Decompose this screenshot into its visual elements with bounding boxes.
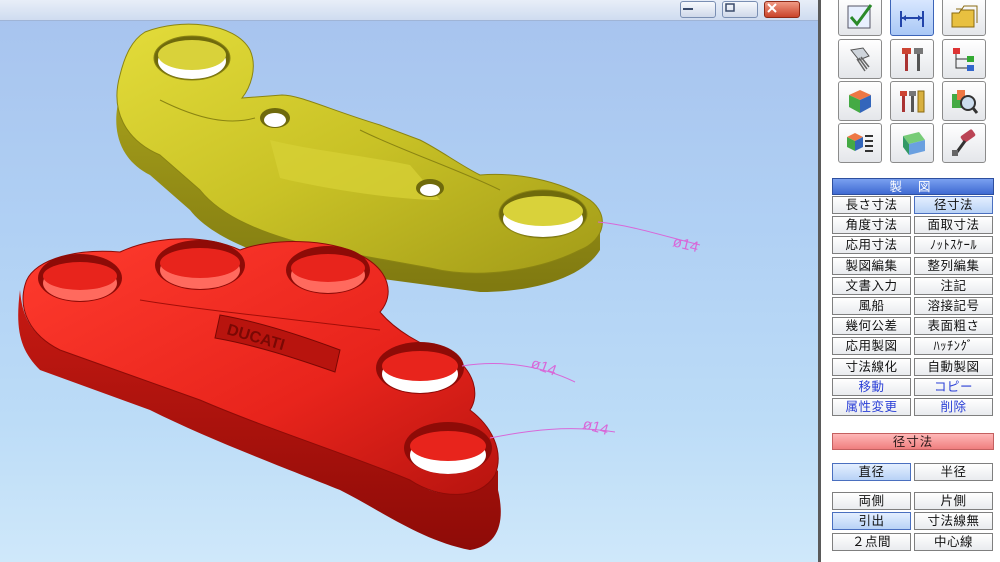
cube-list-icon	[847, 133, 873, 152]
tools-icon	[902, 48, 923, 71]
option-button-r1-c0[interactable]: 両側	[832, 492, 911, 510]
command-button-r6-c0[interactable]: 幾何公差	[832, 317, 911, 336]
folders-tool-button[interactable]	[942, 0, 986, 36]
assembly-magnify-tool-button[interactable]	[942, 81, 986, 121]
command-button-r8-c0[interactable]: 寸法線化	[832, 357, 911, 376]
tree-icon	[953, 48, 974, 71]
dimension-annotation-3[interactable]: ø14	[489, 416, 616, 439]
parts-tools-tool-button[interactable]	[890, 81, 934, 121]
command-button-r8-c1[interactable]: 自動製図	[914, 357, 993, 376]
dimension-label[interactable]: ø14	[581, 416, 611, 439]
section-header-drafting: 製 図	[832, 178, 994, 195]
assembly-magnify-icon	[952, 90, 979, 114]
check-edit-icon	[847, 4, 873, 29]
dimension-label[interactable]: ø14	[671, 233, 700, 256]
close-icon	[767, 3, 777, 13]
tree-tool-button[interactable]	[942, 39, 986, 79]
paint-roller-tool-button[interactable]	[942, 123, 986, 163]
command-button-r3-c1[interactable]: 整列編集	[914, 256, 993, 275]
command-button-r4-c0[interactable]: 文書入力	[832, 276, 911, 295]
command-button-r0-c0[interactable]: 長さ寸法	[832, 196, 911, 214]
command-button-r10-c0[interactable]: 属性変更	[832, 398, 911, 416]
window-titlebar	[0, 0, 818, 21]
option-button-r2-c0[interactable]: 引出	[832, 512, 911, 530]
option-button-r0-c0[interactable]: 直径	[832, 463, 911, 481]
command-button-r1-c1[interactable]: 面取寸法	[914, 216, 993, 235]
minimize-icon	[683, 8, 693, 10]
command-button-r9-c1[interactable]: コピー	[914, 377, 993, 396]
restore-icon	[725, 3, 735, 12]
command-panel: 製 図 長さ寸法 径寸法 角度寸法 面取寸法 応用寸法 ﾉｯﾄｽｹｰﾙ 製図編集 整列編集 文書…	[818, 0, 1000, 562]
option-button-r0-c1[interactable]: 半径	[914, 463, 993, 481]
command-button-r0-c1[interactable]: 径寸法	[914, 196, 993, 214]
tools-tool-button[interactable]	[890, 39, 934, 79]
option-button-r2-c1[interactable]: 寸法線無	[914, 512, 993, 530]
command-button-r2-c0[interactable]: 応用寸法	[832, 236, 911, 255]
command-button-r5-c1[interactable]: 溶接記号	[914, 297, 993, 315]
folders-icon	[951, 5, 978, 28]
command-button-r6-c1[interactable]: 表面粗さ	[914, 317, 993, 336]
close-button[interactable]	[764, 1, 800, 18]
subpanel-header-diameter-dimension: 径寸法	[832, 433, 994, 450]
command-button-r5-c0[interactable]: 風船	[832, 297, 911, 315]
dimension-tool-button[interactable]	[890, 0, 934, 36]
solid-block-icon	[903, 132, 925, 155]
restore-button[interactable]	[722, 1, 758, 18]
command-button-r2-c1[interactable]: ﾉｯﾄｽｹｰﾙ	[914, 236, 993, 255]
option-button-r3-c0[interactable]: ２点間	[832, 533, 911, 551]
cube-list-tool-button[interactable]	[838, 123, 882, 163]
command-button-r7-c0[interactable]: 応用製図	[832, 337, 911, 356]
minimize-button[interactable]	[680, 1, 716, 18]
command-button-r7-c1[interactable]: ﾊｯﾁﾝｸﾞ	[914, 337, 993, 356]
parts-tools-icon	[900, 90, 925, 113]
red-triple-clamp-part[interactable]: DUCATI	[18, 238, 501, 550]
check-edit-tool-button[interactable]	[838, 0, 882, 36]
command-button-r9-c0[interactable]: 移動	[832, 377, 911, 396]
option-button-r1-c1[interactable]: 片側	[914, 492, 993, 510]
command-button-r1-c0[interactable]: 角度寸法	[832, 216, 911, 235]
dimension-annotation-1[interactable]: ø14	[597, 221, 700, 256]
option-button-r3-c1[interactable]: 中心線	[914, 533, 993, 551]
dimension-label[interactable]: ø14	[529, 355, 559, 380]
command-button-r3-c0[interactable]: 製図編集	[832, 256, 911, 275]
cube-icon	[849, 90, 871, 113]
bolt-tool-button[interactable]	[838, 39, 882, 79]
command-button-r10-c1[interactable]: 削除	[914, 398, 993, 416]
dimension-icon	[900, 11, 924, 27]
dimension-annotation-2[interactable]: ø14	[461, 355, 576, 383]
command-button-r4-c1[interactable]: 注記	[914, 276, 993, 295]
paint-roller-icon	[952, 129, 976, 156]
bolt-icon	[850, 47, 870, 72]
cad-viewport[interactable]: DUCATI ø14 ø14 ø14	[0, 0, 818, 562]
cube-tool-button[interactable]	[838, 81, 882, 121]
model-canvas[interactable]: DUCATI ø14 ø14 ø14	[0, 0, 818, 562]
solid-block-tool-button[interactable]	[890, 123, 934, 163]
